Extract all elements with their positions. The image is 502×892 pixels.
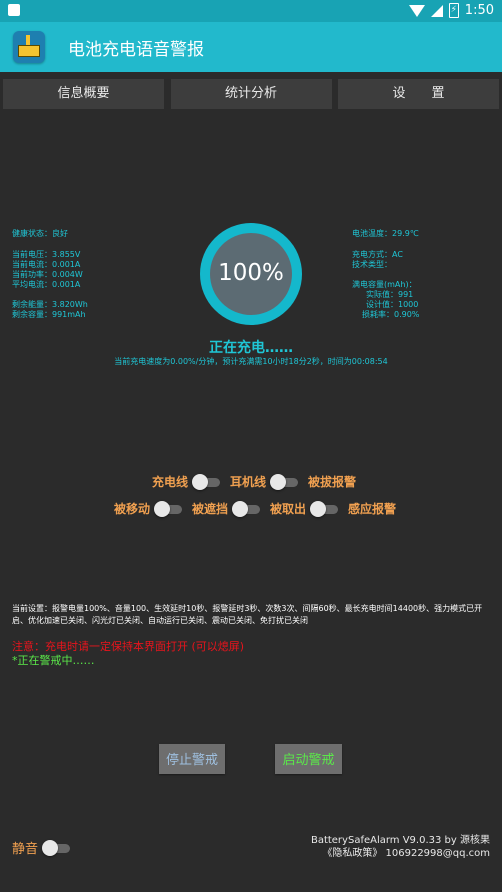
battery-gauge: 100%: [200, 223, 302, 325]
moved-toggle[interactable]: [154, 500, 184, 517]
privacy-link[interactable]: 《隐私政策》 106922998@qq.com: [311, 847, 490, 860]
mute-label: 静音: [12, 842, 39, 857]
covered-label: 被遮挡: [192, 502, 229, 516]
earphone-toggle[interactable]: [270, 473, 300, 490]
charger-cable-label: 充电线: [152, 475, 189, 489]
charger-cable-toggle[interactable]: [192, 473, 222, 490]
health-status: 健康状态：良好: [12, 229, 68, 238]
mute-toggle[interactable]: [42, 839, 72, 856]
earphone-label: 耳机线: [230, 475, 267, 489]
taken-out-label: 被取出: [270, 502, 307, 516]
charging-status: 正在充电……: [209, 340, 293, 356]
toggle-row-1: 充电线 耳机线 被拔报警: [152, 473, 356, 490]
battery-charging-icon: ⚡: [448, 3, 459, 18]
stop-guard-button[interactable]: 停止警戒: [159, 744, 225, 774]
avg-current-value: 平均电流：0.001A: [12, 280, 81, 289]
tab-overview[interactable]: 信息概要: [3, 79, 164, 109]
current-settings-text: 当前设置：报警电量100%、音量100、生效延时10秒、报警延时3秒、次数3次、…: [12, 604, 483, 625]
tech-type-value: 技术类型：: [352, 260, 392, 269]
tab-settings[interactable]: 设 置: [338, 79, 499, 109]
covered-toggle[interactable]: [232, 500, 262, 517]
temperature-value: 电池温度：29.9℃: [352, 229, 419, 238]
status-bar: ⚡ 1:50: [0, 0, 502, 22]
app-title: 电池充电语音警报: [68, 40, 204, 60]
tab-statistics[interactable]: 统计分析: [170, 79, 332, 109]
mute-row: 静音: [12, 838, 76, 857]
footer: BatterySafeAlarm V9.0.33 by 源核果 《隐私政策》 1…: [311, 834, 490, 860]
tab-bar: 信息概要 统计分析 设 置: [3, 79, 499, 109]
app-toolbar: 电池充电语音警报: [0, 22, 502, 72]
guard-status: *正在警戒中……: [12, 654, 95, 667]
wear-rate-value: 损耗率：0.90%: [362, 310, 420, 319]
app-logo-icon: [13, 31, 45, 63]
taken-out-toggle[interactable]: [310, 500, 340, 517]
battery-percent: 100%: [218, 260, 284, 286]
toggle-row-2: 被移动 被遮挡 被取出 感应报警: [114, 500, 396, 517]
unplug-alarm-label: 被拔报警: [308, 475, 357, 489]
signal-icon: [430, 4, 443, 17]
start-guard-button[interactable]: 启动警戒: [275, 744, 342, 774]
charging-detail: 当前充电速度为0.00%/分钟，预计充满需10小时18分2秒，时间为00:08:…: [114, 357, 388, 366]
status-time: 1:50: [464, 3, 494, 18]
remaining-capacity-value: 剩余容量：991mAh: [12, 310, 86, 319]
notification-icon: [8, 4, 20, 16]
wifi-icon: [408, 4, 425, 17]
version-text: BatterySafeAlarm V9.0.33 by 源核果: [310, 835, 490, 846]
moved-label: 被移动: [114, 502, 151, 516]
sensor-alarm-label: 感应报警: [348, 502, 397, 516]
